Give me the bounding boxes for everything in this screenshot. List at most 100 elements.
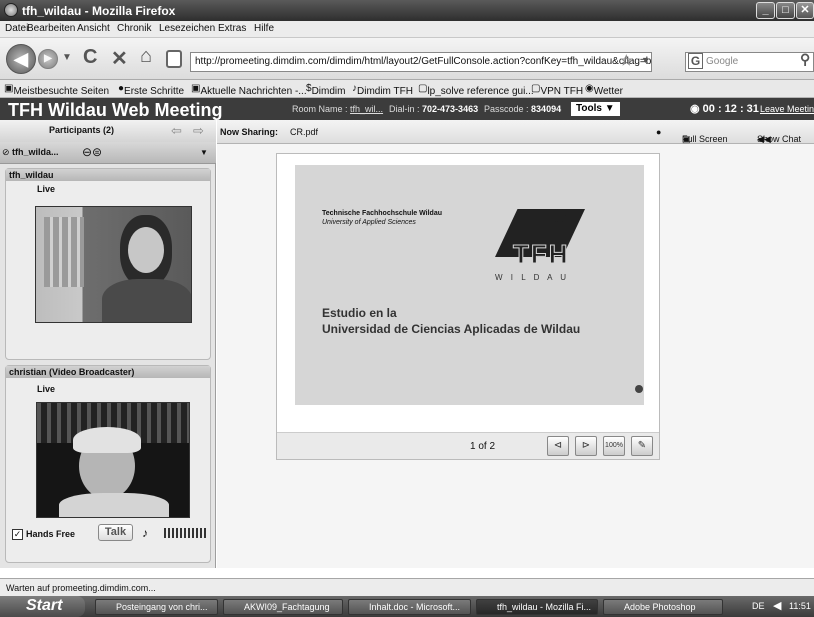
- window-titlebar: tfh_wildau - Mozilla Firefox _ □ ✕: [0, 0, 814, 21]
- hands-free-checkbox[interactable]: ✓: [12, 529, 23, 540]
- leave-meeting-link[interactable]: Leave Meeting: [760, 104, 814, 114]
- task-email[interactable]: Posteingang von chri...: [95, 599, 218, 615]
- document-viewer: Technische Fachhochschule Wildau Univers…: [276, 153, 660, 460]
- status-bar: Warten auf promeeting.dimdim.com...: [0, 578, 814, 596]
- chevron-down-icon[interactable]: ▼: [200, 148, 208, 157]
- volume-meter: [164, 528, 206, 538]
- tools-menu-button[interactable]: Tools ▼: [571, 102, 620, 116]
- hands-free-label: Hands Free: [26, 529, 76, 539]
- menu-lesezeichen[interactable]: Lesezeichen: [159, 23, 215, 34]
- navigation-bar: ◀ ▶ ▼ C ✕ ⌂ http://promeeting.dimdim.com…: [0, 38, 814, 80]
- arrow-left-icon[interactable]: ⇦: [171, 123, 182, 139]
- pointer-dot: [635, 385, 643, 393]
- search-icon[interactable]: ⚲: [800, 51, 810, 68]
- bookmark-wetter[interactable]: ◉ Wetter: [585, 83, 623, 97]
- language-indicator[interactable]: DE: [752, 601, 765, 611]
- menu-datei[interactable]: Datei: [5, 23, 28, 34]
- timer-value: 00 : 12 : 31: [702, 103, 759, 115]
- passcode-info: Passcode : 834094: [484, 104, 561, 114]
- now-sharing-label: Now Sharing:: [220, 127, 278, 137]
- status-text: Warten auf promeeting.dimdim.com...: [6, 583, 156, 593]
- next-page-icon[interactable]: ⊳: [575, 436, 597, 456]
- user-action-icons[interactable]: ⊖⊜: [82, 145, 102, 159]
- record-icon: ●: [656, 127, 662, 137]
- tools-label: Tools: [576, 103, 602, 114]
- bookmark-erste-schritte[interactable]: ● Erste Schritte: [118, 83, 184, 97]
- video-panel-tfh-wildau: tfh_wildau Live: [5, 168, 211, 360]
- page-controls: 1 of 2 ⊲ ⊳ 100% ✎: [277, 432, 659, 459]
- video-feed-tfh-wildau: [35, 206, 192, 323]
- previous-page-icon[interactable]: ⊲: [547, 436, 569, 456]
- video-feed-christian: [36, 402, 190, 518]
- forward-icon[interactable]: ▶: [38, 49, 58, 69]
- tray-arrow-icon[interactable]: ◀: [773, 599, 781, 612]
- task-firefox[interactable]: tfh_wildau - Mozilla Fi...: [476, 599, 598, 615]
- talk-button[interactable]: Talk: [98, 524, 133, 541]
- bookmark-lp-solve[interactable]: ▢ lp_solve reference gui...: [418, 83, 534, 97]
- star-icon[interactable]: ☆: [620, 52, 633, 69]
- page-icon: [166, 50, 182, 68]
- sharing-area: Now Sharing: CR.pdf ● Full Screen ▣ Show…: [217, 120, 814, 568]
- firefox-icon: [4, 3, 18, 17]
- bookmarks-bar: ▣ Meistbesuchte Seiten ● Erste Schritte …: [0, 80, 814, 98]
- bookmark-label: Erste Schritte: [124, 86, 185, 97]
- menu-ansicht[interactable]: Ansicht: [77, 23, 110, 34]
- pencil-icon[interactable]: ✎: [631, 436, 653, 456]
- maximize-button[interactable]: □: [776, 2, 795, 19]
- dialin-value: 702-473-3463: [422, 104, 479, 114]
- bookmark-nachrichten[interactable]: ▣ Aktuelle Nachrichten -...: [191, 83, 307, 97]
- close-button[interactable]: ✕: [796, 2, 814, 19]
- logo-subtitle: W I L D A U: [495, 273, 570, 282]
- room-name-link[interactable]: tfh_wil...: [350, 104, 383, 114]
- task-word-doc[interactable]: Inhalt.doc - Microsoft...: [348, 599, 471, 615]
- zoom-100-button[interactable]: 100%: [603, 436, 625, 456]
- task-akwi09[interactable]: AKWI09_Fachtagung: [223, 599, 343, 615]
- slide: Technische Fachhochschule Wildau Univers…: [295, 165, 644, 405]
- start-button[interactable]: Start: [0, 596, 85, 617]
- bookmark-label: Meistbesuchte Seiten: [13, 86, 110, 97]
- video-panel-title: tfh_wildau: [6, 169, 210, 181]
- video-panel-christian: christian (Video Broadcaster) Live ✓ Han…: [5, 365, 211, 563]
- bookmark-label: lp_solve reference gui...: [427, 86, 534, 97]
- bookmark-vpn-tfh[interactable]: ▢ VPN TFH: [531, 83, 583, 97]
- school-name: Technische Fachhochschule Wildau: [322, 210, 442, 217]
- bookmark-label: VPN TFH: [540, 86, 584, 97]
- page-indicator: 1 of 2: [470, 441, 496, 452]
- room-label: Room Name :: [292, 104, 348, 114]
- bookmark-meistbesuchte[interactable]: ▣ Meistbesuchte Seiten: [4, 83, 109, 97]
- menu-bearbeiten[interactable]: Bearbeiten: [27, 23, 75, 34]
- menu-chronik[interactable]: Chronik: [117, 23, 151, 34]
- bookmark-dimdim-tfh[interactable]: ♪ Dimdim TFH: [352, 83, 413, 97]
- url-bar[interactable]: http://promeeting.dimdim.com/dimdim/html…: [190, 52, 652, 72]
- stop-icon[interactable]: ✕: [111, 46, 128, 71]
- bookmark-label: Wetter: [593, 86, 624, 97]
- app-header: TFH Wildau Web Meeting Room Name : tfh_w…: [0, 98, 814, 120]
- home-icon[interactable]: ⌂: [140, 45, 152, 68]
- app-title: TFH Wildau Web Meeting: [8, 100, 223, 120]
- search-input[interactable]: Google: [685, 52, 814, 72]
- current-user-row[interactable]: ⊘ tfh_wilda... ⊖⊜ ▼: [0, 142, 216, 164]
- participants-bar: Participants (2) ⇦ ⇨: [0, 120, 216, 142]
- menu-extras[interactable]: Extras: [218, 23, 246, 34]
- room-info: Room Name : tfh_wil...: [292, 104, 383, 114]
- reload-icon[interactable]: C: [83, 46, 97, 69]
- url-dropdown-icon[interactable]: ▼: [641, 55, 650, 65]
- dialin-label: Dial-in :: [389, 104, 420, 114]
- start-label: Start: [26, 597, 63, 614]
- live-indicator: Live: [37, 384, 56, 394]
- history-dropdown-icon[interactable]: ▼: [62, 52, 72, 63]
- slide-heading-line1: Estudio en la: [322, 306, 397, 320]
- minimize-button[interactable]: _: [756, 2, 775, 19]
- passcode-label: Passcode :: [484, 104, 529, 114]
- bookmark-dimdim[interactable]: $ Dimdim: [306, 83, 345, 97]
- participants-label: Participants (2): [49, 125, 115, 135]
- taskbar: Start Posteingang von chri... AKWI09_Fac…: [0, 596, 814, 617]
- dialin-info: Dial-in : 702-473-3463: [389, 104, 478, 114]
- back-icon[interactable]: ◀: [6, 44, 36, 74]
- menu-hilfe[interactable]: Hilfe: [254, 23, 274, 34]
- fullscreen-icon: ▣: [682, 134, 691, 144]
- search-engine-icon[interactable]: G: [688, 53, 703, 69]
- task-photoshop[interactable]: Adobe Photoshop: [603, 599, 723, 615]
- microphone-icon: ♪: [142, 526, 148, 540]
- arrow-right-icon[interactable]: ⇨: [193, 123, 204, 139]
